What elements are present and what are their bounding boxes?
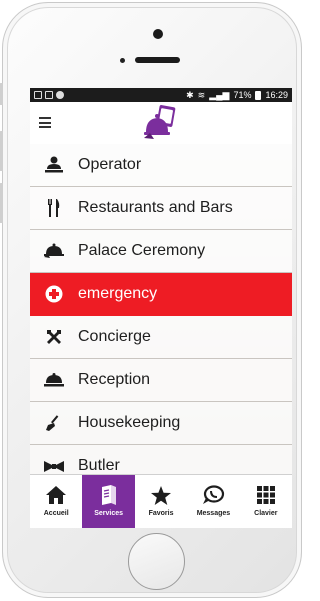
volume-down-button (0, 183, 3, 223)
service-item-restaurants-and-bars[interactable]: Restaurants and Bars (30, 187, 292, 230)
hamburger-menu-icon[interactable] (39, 117, 51, 128)
fork-knife-icon (30, 187, 78, 230)
service-item-emergency[interactable]: emergency (30, 273, 292, 316)
battery-icon (255, 90, 262, 100)
clock: 16:29 (265, 90, 288, 100)
service-label: Concierge (78, 328, 151, 345)
bell-icon (30, 359, 78, 402)
earpiece-speaker (135, 57, 180, 63)
volume-up-button (0, 131, 3, 171)
tab-services[interactable]: Services (82, 475, 135, 528)
wifi-icon: ≋ (197, 89, 206, 100)
tab-messages[interactable]: Messages (187, 475, 239, 528)
operator-icon (30, 144, 78, 187)
home-button[interactable] (128, 533, 185, 590)
tab-accueil[interactable]: Accueil (30, 475, 82, 528)
chat-icon (201, 483, 225, 507)
services-list: Operator Restaurants and Bars Palace Cer… (30, 144, 292, 474)
service-label: Reception (78, 371, 151, 388)
bluetooth-icon: ✱ (186, 89, 194, 100)
mute-switch (0, 83, 3, 105)
status-bar: ✱ ≋ ▂▄▆ 71% 16:29 (30, 88, 292, 102)
message-notification-icon (45, 91, 53, 99)
service-label: emergency (78, 285, 158, 302)
tab-favoris[interactable]: Favoris (135, 475, 187, 528)
tab-label: Favoris (148, 510, 174, 517)
serving-tray-icon (30, 230, 78, 273)
battery-percent: 71% (233, 90, 252, 100)
tools-icon (30, 316, 78, 359)
service-label: Palace Ceremony (78, 242, 206, 259)
service-label: Restaurants and Bars (78, 199, 233, 216)
service-item-housekeeping[interactable]: Housekeeping (30, 402, 292, 445)
book-icon (97, 483, 121, 507)
tab-label: Messages (196, 510, 231, 517)
service-label: Butler (78, 457, 120, 474)
app-header (30, 102, 292, 144)
service-item-butler[interactable]: Butler (30, 445, 292, 474)
service-item-concierge[interactable]: Concierge (30, 316, 292, 359)
front-camera (153, 29, 163, 39)
medical-cross-icon (30, 273, 78, 316)
service-item-palace-ceremony[interactable]: Palace Ceremony (30, 230, 292, 273)
screen: ✱ ≋ ▂▄▆ 71% 16:29 Operator Restaurants a… (30, 88, 292, 528)
bow-tie-icon (30, 445, 78, 475)
service-label: Housekeeping (78, 414, 181, 431)
gallery-notification-icon (34, 91, 42, 99)
app-notification-icon (56, 91, 64, 99)
tab-label: Clavier (254, 510, 278, 517)
tab-label: Accueil (43, 510, 69, 517)
signal-icon: ▂▄▆ (209, 89, 230, 100)
tab-clavier[interactable]: Clavier (240, 475, 292, 528)
proximity-sensor (120, 58, 125, 63)
service-label: Operator (78, 156, 142, 173)
service-item-reception[interactable]: Reception (30, 359, 292, 402)
phone-frame: ✱ ≋ ▂▄▆ 71% 16:29 Operator Restaurants a… (0, 2, 302, 598)
service-item-operator[interactable]: Operator (30, 144, 292, 187)
keypad-icon (254, 483, 278, 507)
bottom-tab-bar: Accueil Services Favoris Messages Clavie… (30, 474, 292, 528)
concierge-bell-logo-icon (144, 105, 176, 139)
home-icon (44, 483, 68, 507)
broom-icon (30, 402, 78, 445)
star-icon (149, 483, 173, 507)
tab-label: Services (94, 510, 124, 517)
